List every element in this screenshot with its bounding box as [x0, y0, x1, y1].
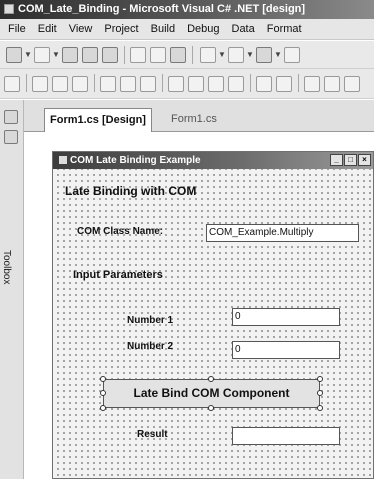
- standard-toolbar: ▼ ▼ ▼ ▼ ▼: [0, 41, 374, 69]
- resize-handle[interactable]: [100, 376, 106, 382]
- toolbar-separator: [124, 46, 125, 64]
- toolbar-separator: [298, 74, 299, 92]
- send-to-back-icon[interactable]: [324, 76, 340, 92]
- chevron-down-icon[interactable]: ▼: [218, 50, 226, 59]
- cut-icon[interactable]: [130, 47, 146, 63]
- align-tops-icon[interactable]: [100, 76, 116, 92]
- copy-icon[interactable]: [150, 47, 166, 63]
- server-explorer-icon[interactable]: [4, 110, 18, 124]
- ide-title-bar: COM_Late_Binding - Microsoft Visual C# .…: [0, 0, 374, 19]
- bring-to-front-icon[interactable]: [304, 76, 320, 92]
- minimize-icon[interactable]: _: [330, 154, 343, 166]
- undo-icon[interactable]: [200, 47, 216, 63]
- number1-label: Number 1: [127, 315, 174, 326]
- tab-order-icon[interactable]: [344, 76, 360, 92]
- resize-handle[interactable]: [100, 405, 106, 411]
- toolbox-icon[interactable]: [4, 130, 18, 144]
- resize-handle[interactable]: [100, 390, 106, 396]
- vertical-spacing-icon[interactable]: [256, 76, 272, 92]
- form-heading: Late Binding with COM: [65, 184, 197, 198]
- chevron-down-icon[interactable]: ▼: [52, 50, 60, 59]
- form-icon: [59, 156, 67, 164]
- menu-view[interactable]: View: [63, 19, 99, 39]
- chevron-down-icon[interactable]: ▼: [274, 50, 282, 59]
- open-file-icon[interactable]: [62, 47, 78, 63]
- document-tabs: Form1.cs [Design] Form1.cs: [24, 100, 374, 132]
- form-title-text: COM Late Binding Example: [70, 155, 201, 166]
- form-title-bar: COM Late Binding Example _ □ ×: [53, 152, 373, 169]
- menu-bar: File Edit View Project Build Debug Data Format: [0, 19, 374, 40]
- tab-form-design[interactable]: Form1.cs [Design]: [44, 108, 152, 132]
- menu-debug[interactable]: Debug: [181, 19, 225, 39]
- form-window[interactable]: COM Late Binding Example _ □ × Late Bind…: [52, 151, 374, 479]
- toolbar-separator: [250, 74, 251, 92]
- result-input[interactable]: [232, 427, 340, 445]
- menu-file[interactable]: File: [0, 19, 32, 39]
- resize-handle[interactable]: [317, 390, 323, 396]
- menu-format[interactable]: Format: [261, 19, 308, 39]
- resize-handle[interactable]: [208, 405, 214, 411]
- number1-input[interactable]: 0: [232, 308, 340, 326]
- input-parameters-label: Input Parameters: [73, 269, 163, 281]
- make-same-size-icon[interactable]: [208, 76, 224, 92]
- result-label: Result: [137, 429, 168, 440]
- number2-label: Number 2: [127, 341, 174, 352]
- paste-icon[interactable]: [170, 47, 186, 63]
- new-project-icon[interactable]: [6, 47, 22, 63]
- menu-project[interactable]: Project: [98, 19, 144, 39]
- align-lefts-icon[interactable]: [32, 76, 48, 92]
- size-to-grid-icon[interactable]: [188, 76, 204, 92]
- resize-handle[interactable]: [208, 376, 214, 382]
- chevron-down-icon[interactable]: ▼: [24, 50, 32, 59]
- late-bind-button[interactable]: Late Bind COM Component: [103, 379, 320, 408]
- toolbar-separator: [94, 74, 95, 92]
- navigate-icon[interactable]: [256, 47, 272, 63]
- align-centers-icon[interactable]: [52, 76, 68, 92]
- maximize-icon[interactable]: □: [344, 154, 357, 166]
- start-icon[interactable]: [284, 47, 300, 63]
- ide-title-text: COM_Late_Binding - Microsoft Visual C# .…: [18, 3, 306, 15]
- align-middles-icon[interactable]: [120, 76, 136, 92]
- save-icon[interactable]: [82, 47, 98, 63]
- menu-build[interactable]: Build: [145, 19, 181, 39]
- com-class-name-label: COM Class Name:: [77, 226, 164, 237]
- toolbox-strip[interactable]: Toolbox: [0, 100, 24, 479]
- close-icon[interactable]: ×: [358, 154, 371, 166]
- resize-handle[interactable]: [317, 376, 323, 382]
- com-class-name-input[interactable]: COM_Example.Multiply: [206, 224, 359, 242]
- add-item-icon[interactable]: [34, 47, 50, 63]
- toolbar-separator: [162, 74, 163, 92]
- toolbar-separator: [26, 74, 27, 92]
- tab-form-code[interactable]: Form1.cs: [166, 108, 222, 132]
- menu-data[interactable]: Data: [226, 19, 261, 39]
- center-horizontally-icon[interactable]: [276, 76, 292, 92]
- make-same-width-icon[interactable]: [168, 76, 184, 92]
- app-icon: [4, 4, 14, 14]
- align-to-grid-icon[interactable]: [4, 76, 20, 92]
- toolbox-label[interactable]: Toolbox: [1, 250, 12, 284]
- horizontal-spacing-icon[interactable]: [228, 76, 244, 92]
- resize-handle[interactable]: [317, 405, 323, 411]
- toolbar-separator: [192, 46, 193, 64]
- save-all-icon[interactable]: [102, 47, 118, 63]
- number2-input[interactable]: 0: [232, 341, 340, 359]
- redo-icon[interactable]: [228, 47, 244, 63]
- align-bottoms-icon[interactable]: [140, 76, 156, 92]
- menu-edit[interactable]: Edit: [32, 19, 63, 39]
- chevron-down-icon[interactable]: ▼: [246, 50, 254, 59]
- layout-toolbar: [0, 69, 374, 99]
- align-rights-icon[interactable]: [72, 76, 88, 92]
